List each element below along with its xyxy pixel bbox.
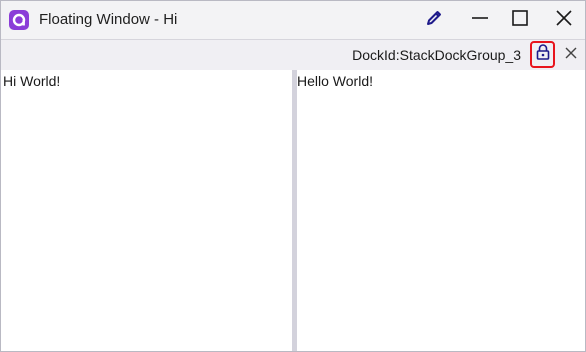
pencil-icon xyxy=(425,9,443,32)
pane-text: Hi World! xyxy=(3,73,61,89)
dock-id-label: DockId:StackDockGroup_3 xyxy=(352,47,521,63)
right-document-pane[interactable]: Hello World! xyxy=(297,70,585,351)
dock-header: DockId:StackDockGroup_3 xyxy=(1,39,585,70)
title-bar[interactable]: Floating Window - Hi xyxy=(1,1,585,39)
close-icon xyxy=(565,46,577,64)
left-document-pane[interactable]: Hi World! xyxy=(1,70,292,351)
lock-icon xyxy=(536,44,550,65)
close-icon xyxy=(556,9,572,31)
close-window-button[interactable] xyxy=(541,1,586,39)
window-title: Floating Window - Hi xyxy=(39,11,178,28)
pane-text: Hello World! xyxy=(297,73,373,89)
app-logo-icon xyxy=(9,10,29,30)
maximize-icon xyxy=(512,9,528,31)
dock-close-button[interactable] xyxy=(561,45,581,65)
lock-button[interactable] xyxy=(530,41,555,68)
minimize-icon xyxy=(472,10,488,31)
maximize-button[interactable] xyxy=(497,1,543,39)
floating-window: Floating Window - Hi DockId:StackDockGro… xyxy=(0,0,586,352)
edit-title-button[interactable] xyxy=(411,1,457,39)
